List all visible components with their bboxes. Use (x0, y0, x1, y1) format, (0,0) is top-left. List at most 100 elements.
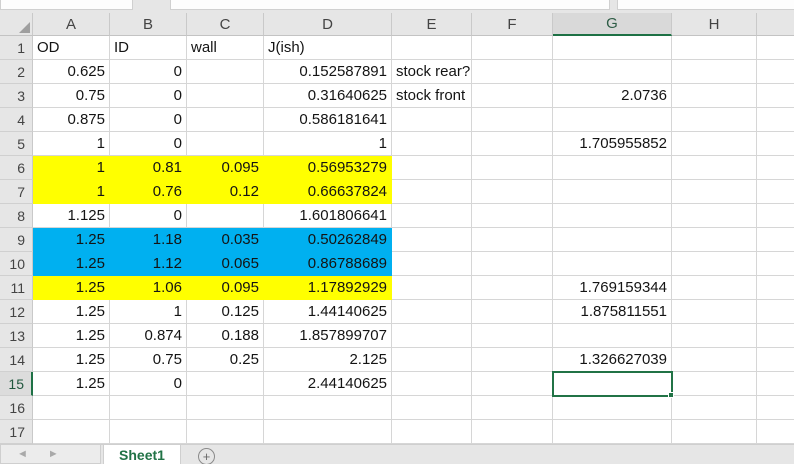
row-header-4[interactable]: 4 (0, 108, 33, 132)
row-header-5[interactable]: 5 (0, 132, 33, 156)
cell-H15[interactable] (672, 372, 757, 396)
cell-G1[interactable] (553, 36, 672, 60)
row-header-16[interactable]: 16 (0, 396, 33, 420)
row-header-12[interactable]: 12 (0, 300, 33, 324)
cell-D3[interactable]: 0.31640625 (264, 84, 392, 108)
cell-D11[interactable]: 1.17892929 (264, 276, 392, 300)
cell-C14[interactable]: 0.25 (187, 348, 264, 372)
cell-E12[interactable] (392, 300, 472, 324)
cell-G17[interactable] (553, 420, 672, 444)
cell-A14[interactable]: 1.25 (33, 348, 110, 372)
cell-F16[interactable] (472, 396, 553, 420)
row-header-3[interactable]: 3 (0, 84, 33, 108)
cell-B10[interactable]: 1.12 (110, 252, 187, 276)
cell-B13[interactable]: 0.874 (110, 324, 187, 348)
cell-D16[interactable] (264, 396, 392, 420)
cell-F14[interactable] (472, 348, 553, 372)
cell-H17[interactable] (672, 420, 757, 444)
cell-D14[interactable]: 2.125 (264, 348, 392, 372)
cell-I6[interactable] (757, 156, 794, 180)
cell-H7[interactable] (672, 180, 757, 204)
cell-H11[interactable] (672, 276, 757, 300)
cell-B7[interactable]: 0.76 (110, 180, 187, 204)
cell-E1[interactable] (392, 36, 472, 60)
cell-A7[interactable]: 1 (33, 180, 110, 204)
column-header-B[interactable]: B (110, 13, 187, 36)
cell-B9[interactable]: 1.18 (110, 228, 187, 252)
cell-C8[interactable] (187, 204, 264, 228)
cell-D2[interactable]: 0.152587891 (264, 60, 392, 84)
cell-G16[interactable] (553, 396, 672, 420)
row-header-14[interactable]: 14 (0, 348, 33, 372)
cell-I16[interactable] (757, 396, 794, 420)
cell-C4[interactable] (187, 108, 264, 132)
cell-H8[interactable] (672, 204, 757, 228)
column-header-H[interactable]: H (672, 13, 757, 36)
cell-G14[interactable]: 1.326627039 (553, 348, 672, 372)
cell-B17[interactable] (110, 420, 187, 444)
cell-C9[interactable]: 0.035 (187, 228, 264, 252)
row-header-1[interactable]: 1 (0, 36, 33, 60)
add-sheet-button[interactable]: + (198, 448, 215, 464)
cell-C7[interactable]: 0.12 (187, 180, 264, 204)
cell-D13[interactable]: 1.857899707 (264, 324, 392, 348)
cell-E11[interactable] (392, 276, 472, 300)
cell-D5[interactable]: 1 (264, 132, 392, 156)
cell-G10[interactable] (553, 252, 672, 276)
cell-A10[interactable]: 1.25 (33, 252, 110, 276)
cell-C5[interactable] (187, 132, 264, 156)
select-all-corner[interactable] (0, 13, 33, 36)
cell-E6[interactable] (392, 156, 472, 180)
cell-G7[interactable] (553, 180, 672, 204)
cell-A16[interactable] (33, 396, 110, 420)
cell-I1[interactable] (757, 36, 794, 60)
cell-E4[interactable] (392, 108, 472, 132)
cell-D17[interactable] (264, 420, 392, 444)
cell-A15[interactable]: 1.25 (33, 372, 110, 396)
cell-I3[interactable] (757, 84, 794, 108)
formula-bar[interactable] (170, 0, 610, 10)
cell-H2[interactable] (672, 60, 757, 84)
cell-E7[interactable] (392, 180, 472, 204)
cell-A4[interactable]: 0.875 (33, 108, 110, 132)
cell-C17[interactable] (187, 420, 264, 444)
cell-E5[interactable] (392, 132, 472, 156)
cell-H5[interactable] (672, 132, 757, 156)
column-header-A[interactable]: A (33, 13, 110, 36)
cell-B8[interactable]: 0 (110, 204, 187, 228)
cell-I7[interactable] (757, 180, 794, 204)
cell-D10[interactable]: 0.86788689 (264, 252, 392, 276)
cell-B3[interactable]: 0 (110, 84, 187, 108)
row-header-17[interactable]: 17 (0, 420, 33, 444)
cell-G3[interactable]: 2.0736 (553, 84, 672, 108)
cell-E15[interactable] (392, 372, 472, 396)
cell-F10[interactable] (472, 252, 553, 276)
cell-C12[interactable]: 0.125 (187, 300, 264, 324)
column-header-F[interactable]: F (472, 13, 553, 36)
cell-D7[interactable]: 0.66637824 (264, 180, 392, 204)
cell-I17[interactable] (757, 420, 794, 444)
cell-H14[interactable] (672, 348, 757, 372)
cell-H4[interactable] (672, 108, 757, 132)
cell-C1[interactable]: wall (187, 36, 264, 60)
cell-F6[interactable] (472, 156, 553, 180)
cell-I9[interactable] (757, 228, 794, 252)
cell-G4[interactable] (553, 108, 672, 132)
cell-E13[interactable] (392, 324, 472, 348)
cell-C2[interactable] (187, 60, 264, 84)
cell-E10[interactable] (392, 252, 472, 276)
cell-F11[interactable] (472, 276, 553, 300)
row-header-7[interactable]: 7 (0, 180, 33, 204)
row-header-2[interactable]: 2 (0, 60, 33, 84)
cell-I14[interactable] (757, 348, 794, 372)
cell-I10[interactable] (757, 252, 794, 276)
cell-C16[interactable] (187, 396, 264, 420)
cell-D4[interactable]: 0.586181641 (264, 108, 392, 132)
sheet-tab-sheet1[interactable]: Sheet1 (103, 445, 181, 464)
cell-E3[interactable]: stock front (392, 84, 472, 108)
cell-C11[interactable]: 0.095 (187, 276, 264, 300)
cell-A2[interactable]: 0.625 (33, 60, 110, 84)
cell-F5[interactable] (472, 132, 553, 156)
name-box[interactable] (0, 0, 133, 10)
cell-D6[interactable]: 0.56953279 (264, 156, 392, 180)
